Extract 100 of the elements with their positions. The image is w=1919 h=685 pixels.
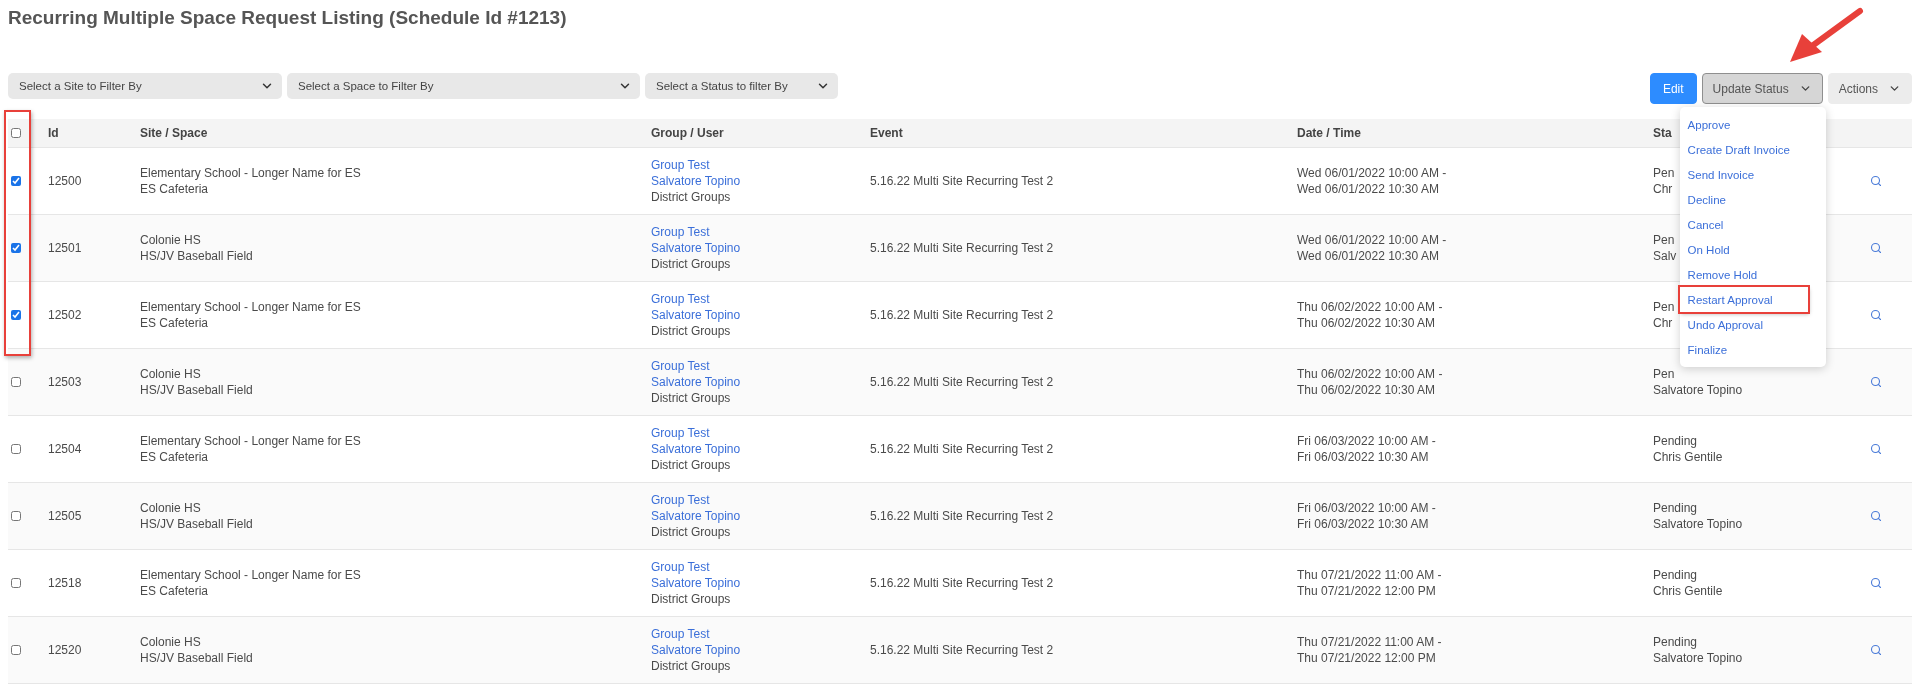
id-cell: 12502 — [48, 307, 82, 323]
end-time: Thu 06/02/2022 10:30 AM — [1297, 382, 1436, 398]
group-link[interactable]: Group Test — [651, 626, 710, 642]
group-link[interactable]: Group Test — [651, 559, 710, 575]
group-link[interactable]: Group Test — [651, 492, 710, 508]
page-title: Recurring Multiple Space Request Listing (Schedule Id #1213) — [8, 6, 568, 30]
row-checkbox[interactable] — [11, 578, 21, 588]
start-time: Fri 06/03/2022 10:00 AM - — [1297, 433, 1436, 449]
group-link[interactable]: Group Test — [651, 291, 710, 307]
id-cell: 12501 — [48, 240, 82, 256]
person-name: Salv — [1653, 248, 1677, 264]
search-icon[interactable] — [1870, 510, 1882, 522]
user-link[interactable]: Salvatore Topino — [651, 441, 741, 457]
menu-item[interactable]: Decline — [1679, 187, 1826, 212]
event-name: 5.16.22 Multi Site Recurring Test 2 — [870, 307, 1054, 323]
person-name: Salvatore Topino — [1653, 650, 1743, 666]
space-name: ES Cafeteria — [140, 449, 209, 465]
search-icon[interactable] — [1870, 577, 1882, 589]
start-time: Thu 07/21/2022 11:00 AM - — [1297, 634, 1442, 650]
user-group: District Groups — [651, 658, 731, 674]
user-link[interactable]: Salvatore Topino — [651, 173, 741, 189]
menu-item[interactable]: Approve — [1679, 112, 1826, 137]
end-time: Thu 07/21/2022 12:00 PM — [1297, 650, 1436, 666]
person-name: Salvatore Topino — [1653, 382, 1743, 398]
space-name: HS/JV Baseball Field — [140, 516, 253, 532]
start-time: Wed 06/01/2022 10:00 AM - — [1297, 232, 1447, 248]
user-group: District Groups — [651, 323, 731, 339]
site-name: Elementary School - Longer Name for ES — [140, 433, 361, 449]
user-group: District Groups — [651, 256, 731, 272]
menu-item[interactable]: On Hold — [1679, 237, 1826, 262]
menu-item[interactable]: Create Draft Invoice — [1679, 137, 1826, 162]
user-link[interactable]: Salvatore Topino — [651, 642, 741, 658]
id-cell: 12520 — [48, 642, 82, 658]
site-name: Elementary School - Longer Name for ES — [140, 165, 361, 181]
search-icon[interactable] — [1870, 376, 1882, 388]
event-name: 5.16.22 Multi Site Recurring Test 2 — [870, 441, 1054, 457]
start-time: Wed 06/01/2022 10:00 AM - — [1297, 165, 1447, 181]
event-name: 5.16.22 Multi Site Recurring Test 2 — [870, 240, 1054, 256]
row-checkbox[interactable] — [11, 176, 21, 186]
menu-item[interactable]: Send Invoice — [1679, 162, 1826, 187]
start-time: Thu 06/02/2022 10:00 AM - — [1297, 366, 1443, 382]
user-link[interactable]: Salvatore Topino — [651, 575, 741, 591]
group-link[interactable]: Group Test — [651, 157, 710, 173]
menu-item[interactable]: Undo Approval — [1679, 312, 1826, 337]
space-name: ES Cafeteria — [140, 181, 209, 197]
edit-button[interactable]: Edit — [1649, 73, 1697, 104]
group-link[interactable]: Group Test — [651, 224, 710, 240]
search-icon[interactable] — [1870, 242, 1882, 254]
status-text: Pen — [1653, 366, 1675, 382]
id-cell: 12500 — [48, 173, 82, 189]
end-time: Fri 06/03/2022 10:30 AM — [1297, 516, 1429, 532]
menu-item[interactable]: Remove Hold — [1679, 262, 1826, 287]
column-header[interactable]: Group / User — [641, 126, 860, 140]
row-checkbox[interactable] — [11, 377, 21, 387]
person-name: Chr — [1653, 181, 1673, 197]
search-icon[interactable] — [1870, 175, 1882, 187]
id-cell: 12505 — [48, 508, 82, 524]
site-name: Colonie HS — [140, 232, 201, 248]
menu-item[interactable]: Restart Approval — [1679, 287, 1808, 312]
search-icon[interactable] — [1870, 644, 1882, 656]
filter-select[interactable]: Select a Status to filter By — [645, 73, 838, 99]
group-link[interactable]: Group Test — [651, 425, 710, 441]
select-all-checkbox[interactable] — [11, 128, 21, 138]
row-checkbox[interactable] — [11, 645, 21, 655]
user-link[interactable]: Salvatore Topino — [651, 240, 741, 256]
group-link[interactable]: Group Test — [651, 358, 710, 374]
menu-item[interactable]: Finalize — [1679, 337, 1826, 362]
search-icon[interactable] — [1870, 443, 1882, 455]
status-text: Pending — [1653, 634, 1698, 650]
id-cell: 12504 — [48, 441, 82, 457]
dropdown-button[interactable]: Update Status — [1701, 73, 1823, 104]
space-name: HS/JV Baseball Field — [140, 650, 253, 666]
dropdown-button[interactable]: Actions — [1827, 73, 1912, 104]
user-link[interactable]: Salvatore Topino — [651, 374, 741, 390]
status-text: Pending — [1653, 500, 1698, 516]
end-time: Thu 06/02/2022 10:30 AM — [1297, 315, 1436, 331]
row-checkbox[interactable] — [11, 310, 21, 320]
person-name: Chris Gentile — [1653, 583, 1723, 599]
search-icon[interactable] — [1870, 309, 1882, 321]
user-link[interactable]: Salvatore Topino — [651, 307, 741, 323]
column-header[interactable]: Event — [860, 126, 1287, 140]
person-name: Salvatore Topino — [1653, 516, 1743, 532]
event-name: 5.16.22 Multi Site Recurring Test 2 — [870, 575, 1054, 591]
user-link[interactable]: Salvatore Topino — [651, 508, 741, 524]
person-name: Chr — [1653, 315, 1673, 331]
column-header[interactable]: Site / Space — [130, 126, 641, 140]
user-group: District Groups — [651, 189, 731, 205]
row-checkbox[interactable] — [11, 511, 21, 521]
filter-select[interactable]: Select a Site to Filter By — [8, 73, 282, 99]
status-text: Pending — [1653, 567, 1698, 583]
menu-item[interactable]: Cancel — [1679, 212, 1826, 237]
row-checkbox[interactable] — [11, 444, 21, 454]
status-text: Pen — [1653, 232, 1675, 248]
filter-select[interactable]: Select a Space to Filter By — [287, 73, 640, 99]
row-checkbox[interactable] — [11, 243, 21, 253]
column-header[interactable]: Id — [38, 126, 130, 140]
id-cell: 12518 — [48, 575, 82, 591]
site-name: Elementary School - Longer Name for ES — [140, 299, 361, 315]
person-name: Chris Gentile — [1653, 449, 1723, 465]
column-header[interactable]: Date / Time — [1287, 126, 1643, 140]
